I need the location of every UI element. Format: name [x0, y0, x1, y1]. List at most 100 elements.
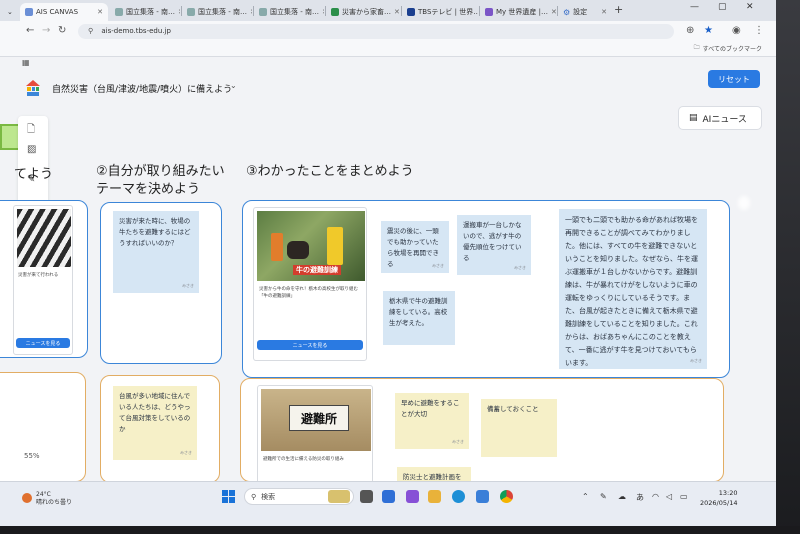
volume-icon[interactable]: ◁: [666, 492, 672, 501]
section2-heading: ②自分が取り組みたいテーマを決めよう: [96, 164, 225, 197]
forward-icon[interactable]: →: [42, 25, 50, 36]
page-favicon-icon: [331, 8, 339, 16]
theme-card-orange[interactable]: 台風が多い地域に住んでいる人たちは、どうやって台風対策をしているのか みさき: [100, 375, 220, 483]
app-header: 自然災害（台風/津波/地震/噴火）に備えよう ⌄ リセット ▤ AIニュース: [0, 70, 776, 130]
summary-card-blue[interactable]: 牛の避難訓練 災害から牛の命を守れ！栃木の高校生が取り組む「牛の避難訓練」 ニュ…: [242, 200, 730, 378]
apps-grid-icon[interactable]: ▦: [22, 58, 30, 67]
summary-sticky[interactable]: 運搬車が一台しかないので、逃がす牛の優先順位をつけている みさき: [457, 215, 531, 275]
minimize-button[interactable]: —: [690, 2, 699, 12]
battery-icon[interactable]: ▭: [680, 492, 688, 501]
zoom-icon[interactable]: ⊕: [686, 25, 694, 36]
summary-sticky[interactable]: 備蓄しておくこと: [481, 399, 557, 457]
edge-icon[interactable]: [452, 490, 465, 503]
weather-widget[interactable]: 24°C 晴れのち曇り: [22, 491, 72, 507]
news-banner: 牛の避難訓練: [293, 265, 341, 275]
app-logo-icon: [26, 80, 40, 96]
page-favicon-icon: [485, 8, 493, 16]
close-icon[interactable]: ✕: [601, 8, 607, 16]
tab-3[interactable]: 国立集落 - 南… ✕: [182, 3, 252, 21]
summary-sticky[interactable]: 早めに避難をすることが大切 みさき: [395, 393, 469, 449]
section3-heading: ③わかったことをまとめよう: [246, 164, 414, 179]
page-favicon-icon: [115, 8, 123, 16]
tab-5[interactable]: 災害から家畜… ✕: [326, 3, 400, 21]
glare: [204, 286, 218, 302]
tab-4[interactable]: 国立集落 - 南… ✕: [254, 3, 324, 21]
tab-settings[interactable]: ⚙ 設定 ✕: [558, 3, 612, 21]
close-icon[interactable]: ✕: [394, 8, 400, 16]
tab-search-icon[interactable]: ⌄: [2, 3, 16, 21]
maximize-button[interactable]: ▢: [718, 2, 727, 12]
new-tab-button[interactable]: +: [614, 3, 623, 16]
summary-sticky-long[interactable]: 一頭でも二頭でも助かる命があれば牧場を再開できることが調べてみてわかりました。他…: [559, 209, 707, 369]
windows-taskbar: 24°C 晴れのち曇り ⚲ 検索 ⌃ ✎ ☁ あ ◠ ◁ ▭ 13:20 202…: [0, 481, 776, 526]
weather-icon: [22, 493, 32, 503]
windows-start-icon[interactable]: [222, 490, 235, 503]
column1-card[interactable]: 災害が来て行われる ニュースを見る: [0, 200, 88, 358]
page-title: 自然災害（台風/津波/地震/噴火）に備えよう: [52, 85, 233, 95]
tray-app-icon[interactable]: ✎: [600, 492, 607, 501]
copilot-icon[interactable]: [382, 490, 395, 503]
store-icon[interactable]: [476, 490, 489, 503]
taskbar-widget-icon[interactable]: [328, 490, 350, 503]
cloud-icon[interactable]: ☁: [618, 492, 626, 501]
task-view-icon[interactable]: [360, 490, 373, 503]
close-icon[interactable]: ✕: [551, 8, 556, 16]
bookmark-bar: 🗀 すべてのブックマーク: [0, 41, 776, 57]
column1-orange-card[interactable]: [0, 372, 86, 482]
theme-sticky[interactable]: 災害が来た時に、牧場の牛たちを避難するにはどうすればいいのか？ みさき: [113, 211, 199, 293]
page-favicon-icon: [187, 8, 195, 16]
news-caption: 避難所での生活に備える防災の取り組み: [263, 457, 344, 462]
zoom-level: 55%: [24, 452, 40, 460]
news-card-left[interactable]: 災害が来て行われる ニュースを見る: [13, 205, 73, 355]
menu-icon[interactable]: ⋮: [754, 25, 764, 36]
news-list-icon: ▤: [689, 113, 698, 123]
glare: [200, 326, 212, 340]
summary-sticky[interactable]: 震災の後に、一頭でも助かっていたら牧場を再開できる みさき: [381, 221, 449, 273]
profile-icon[interactable]: ◉: [732, 25, 741, 36]
document-icon[interactable]: 🗋: [27, 122, 35, 139]
monitor-bezel: [776, 0, 800, 534]
ime-icon[interactable]: あ: [636, 492, 644, 503]
page-favicon-icon: [259, 8, 267, 16]
image-icon[interactable]: ▨: [27, 144, 36, 155]
news-photo: [17, 209, 71, 267]
file-explorer-icon[interactable]: [428, 490, 441, 503]
back-icon[interactable]: ←: [26, 25, 34, 36]
browser-tabstrip: ⌄ AIS CANVAS ✕ 国立集落 - 南… ✕ 国立集落 - 南… ✕ 国…: [0, 0, 776, 21]
watch-news-button[interactable]: ニュースを見る: [16, 338, 70, 348]
close-icon[interactable]: ✕: [97, 8, 103, 16]
gear-icon: ⚙: [563, 7, 571, 17]
glare: [738, 196, 750, 210]
chevron-down-icon[interactable]: ⌄: [230, 81, 237, 90]
news-photo: 避難所: [261, 389, 371, 451]
teams-icon[interactable]: [406, 490, 419, 503]
close-icon[interactable]: ✕: [178, 8, 180, 16]
watch-news-button[interactable]: ニュースを見る: [257, 340, 363, 350]
close-icon[interactable]: ✕: [322, 8, 324, 16]
monitor-screen: ⌄ AIS CANVAS ✕ 国立集落 - 南… ✕ 国立集落 - 南… ✕ 国…: [0, 0, 776, 530]
shelter-sign: 避難所: [289, 405, 349, 431]
ai-news-button[interactable]: ▤ AIニュース: [678, 106, 762, 130]
tab-7[interactable]: My 世界遺産 |… ✕: [480, 3, 556, 21]
reload-icon[interactable]: ↻: [58, 25, 66, 36]
close-window-button[interactable]: ✕: [746, 2, 754, 12]
summary-card-orange[interactable]: 避難所 避難所での生活に備える防災の取り組み 早めに避難をすることが大切 みさき…: [240, 378, 724, 487]
news-card-cattle[interactable]: 牛の避難訓練 災害から牛の命を守れ！栃木の高校生が取り組む「牛の避難訓練」 ニュ…: [253, 207, 367, 361]
summary-sticky[interactable]: 栃木県で牛の避難訓練をしている。高校生が考えた。: [383, 291, 455, 345]
chevron-up-icon[interactable]: ⌃: [582, 492, 589, 501]
tab-ais-canvas[interactable]: AIS CANVAS ✕: [20, 3, 108, 21]
section1-heading: てよう: [14, 167, 54, 182]
system-clock[interactable]: 13:20 2026/05/14: [700, 488, 737, 508]
tab-2[interactable]: 国立集落 - 南… ✕: [110, 3, 180, 21]
chrome-icon[interactable]: [500, 490, 513, 503]
theme-sticky[interactable]: 台風が多い地域に住んでいる人たちは、どうやって台風対策をしているのか みさき: [113, 386, 197, 460]
wifi-icon[interactable]: ◠: [652, 492, 659, 501]
bookmark-star-icon[interactable]: ★: [704, 25, 713, 36]
close-icon[interactable]: ✕: [250, 8, 252, 16]
url-field[interactable]: ⚲ ais-demo.tbs-edu.jp: [78, 24, 674, 39]
news-card-shelter[interactable]: 避難所 避難所での生活に備える防災の取り組み: [257, 385, 373, 485]
reset-button[interactable]: リセット: [708, 70, 760, 88]
all-bookmarks[interactable]: 🗀 すべてのブックマーク: [694, 43, 762, 53]
site-info-icon[interactable]: ⚲: [88, 27, 93, 35]
tab-6[interactable]: TBSテレビ | 世界… ✕: [402, 3, 478, 21]
